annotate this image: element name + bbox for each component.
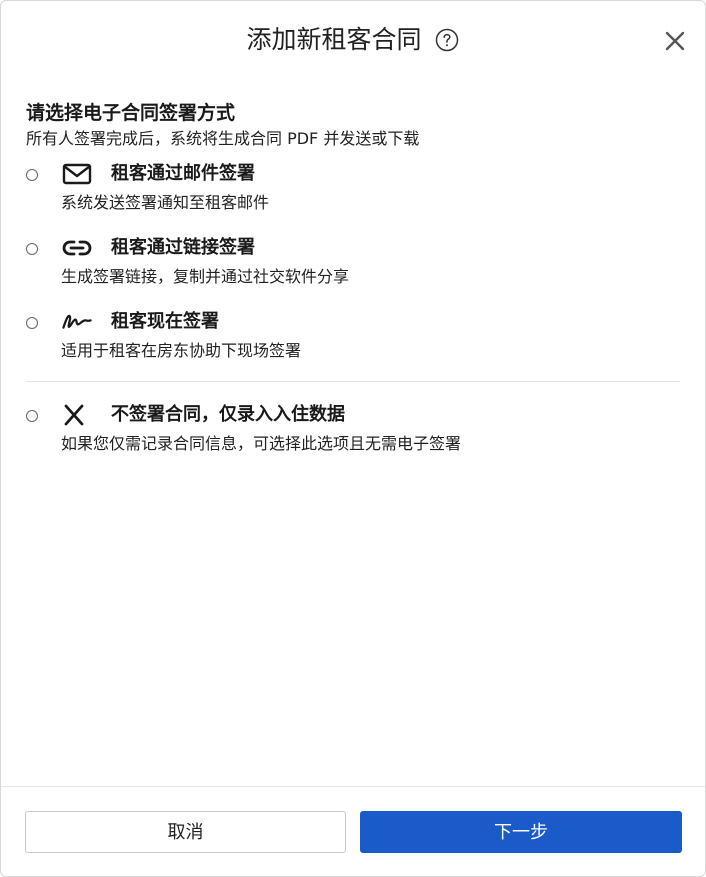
radio-link-sign[interactable] xyxy=(26,243,38,255)
option-label: 租客通过邮件签署 xyxy=(111,163,255,184)
mail-icon xyxy=(62,163,92,185)
option-no-sign[interactable]: 不签署合同，仅录入入住数据 如果您仅需记录合同信息，可选择此选项且无需电子签署 xyxy=(1,402,705,466)
section-title: 请选择电子合同签署方式 xyxy=(26,102,236,124)
option-description: 适用于租客在房东协助下现场签署 xyxy=(61,341,302,360)
add-tenant-contract-dialog: 添加新租客合同 请选择电子合同签署方式 所有人签署完成后，系统将生成合同 PDF… xyxy=(0,0,706,877)
cancel-button[interactable]: 取消 xyxy=(25,811,346,853)
x-icon xyxy=(64,404,84,426)
dialog-header: 添加新租客合同 xyxy=(1,1,705,81)
option-link-sign[interactable]: 租客通过链接签署 生成签署链接，复制并通过社交软件分享 xyxy=(1,235,705,299)
section-description: 所有人签署完成后，系统将生成合同 PDF 并发送或下载 xyxy=(26,129,420,148)
option-sign-now[interactable]: 租客现在签署 适用于租客在房东协助下现场签署 xyxy=(1,309,705,373)
option-label: 租客通过链接签署 xyxy=(111,237,255,258)
radio-no-sign[interactable] xyxy=(26,410,38,422)
option-description: 生成签署链接，复制并通过社交软件分享 xyxy=(61,267,350,286)
option-description: 如果您仅需记录合同信息，可选择此选项且无需电子签署 xyxy=(61,434,462,453)
link-icon xyxy=(62,240,92,256)
radio-sign-now[interactable] xyxy=(26,317,38,329)
next-button[interactable]: 下一步 xyxy=(360,811,682,853)
option-label: 租客现在签署 xyxy=(111,311,219,332)
footer-divider xyxy=(1,786,705,787)
option-email-sign[interactable]: 租客通过邮件签署 系统发送签署通知至租客邮件 xyxy=(1,161,705,225)
help-circle-icon[interactable] xyxy=(435,28,459,52)
options-divider xyxy=(26,381,680,382)
signature-icon xyxy=(62,314,92,329)
title-row: 添加新租客合同 xyxy=(1,21,705,58)
close-icon[interactable] xyxy=(661,27,689,55)
radio-email-sign[interactable] xyxy=(26,169,38,181)
option-description: 系统发送签署通知至租客邮件 xyxy=(61,193,270,212)
dialog-title: 添加新租客合同 xyxy=(246,25,422,54)
option-label: 不签署合同，仅录入入住数据 xyxy=(111,404,345,425)
